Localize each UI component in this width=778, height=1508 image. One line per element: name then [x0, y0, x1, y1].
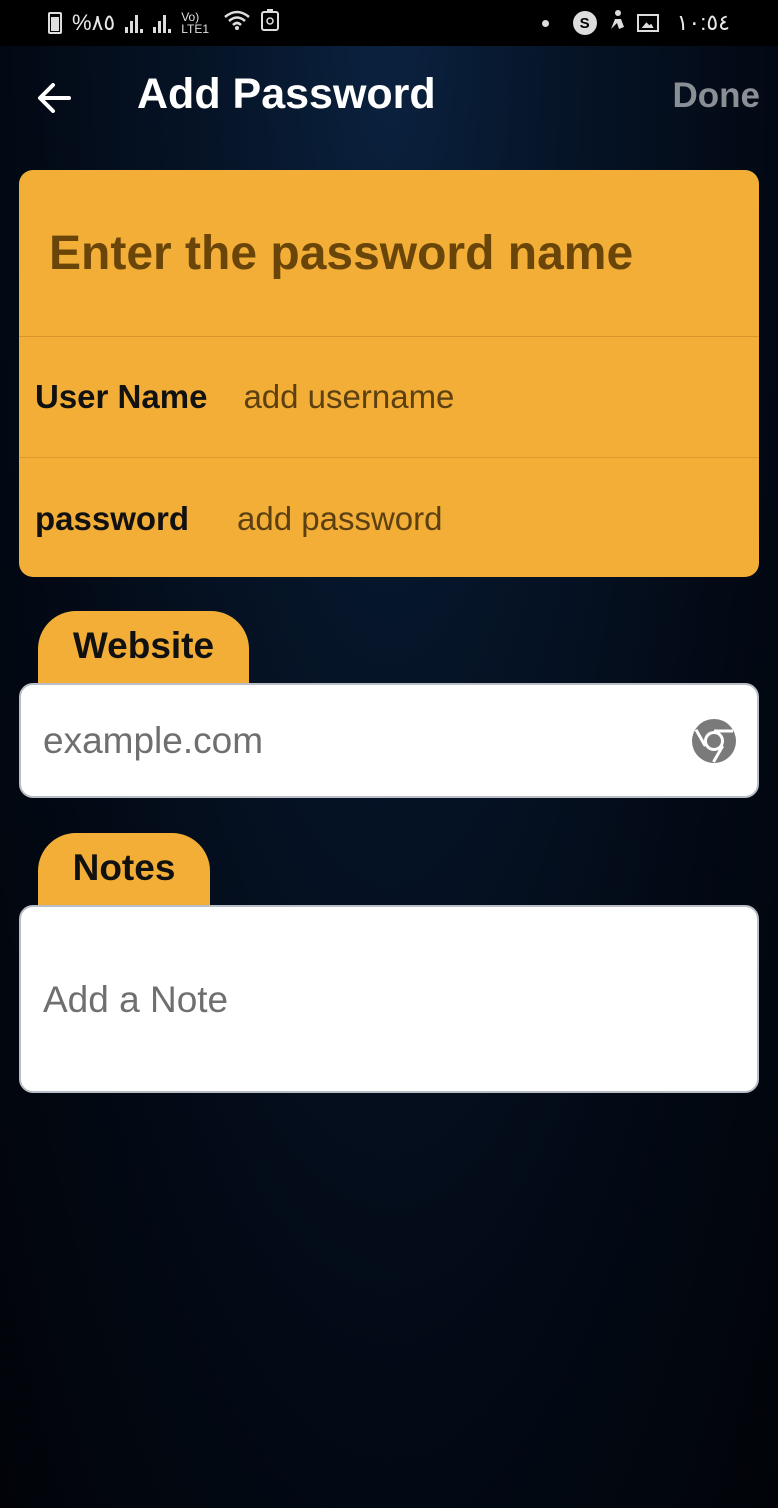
username-input[interactable]: add username	[243, 378, 454, 416]
volte-label: Vo) LTE1	[181, 10, 209, 36]
notes-input[interactable]: Add a Note	[43, 979, 228, 1020]
battery-percent: %٨٥	[72, 10, 116, 35]
arrow-left-icon	[38, 83, 71, 113]
notification-dot-icon	[541, 19, 549, 27]
username-row: User Name add username	[19, 337, 759, 458]
website-field[interactable]: example.com	[19, 683, 759, 798]
status-right: S ١٠:٥٤	[541, 9, 730, 37]
recycle-icon	[261, 9, 280, 37]
password-label: password	[35, 499, 190, 537]
wifi-icon	[223, 9, 251, 37]
signal-icon	[125, 13, 144, 33]
chrome-icon[interactable]	[691, 718, 737, 764]
app-header: Add Password Done	[0, 46, 778, 152]
password-name-row: Enter the password name	[19, 170, 759, 337]
password-input[interactable]: add password	[237, 500, 442, 538]
notes-tab-label: Notes	[38, 833, 210, 909]
website-input[interactable]: example.com	[43, 720, 263, 762]
back-button[interactable]	[34, 76, 74, 120]
status-bar: %٨٥ Vo) LTE1 S ١٠:٥٤	[0, 0, 778, 46]
done-button[interactable]: Done	[673, 76, 761, 116]
clock-time: ١٠:٥٤	[676, 10, 730, 35]
credentials-card: Enter the password name User Name add us…	[19, 170, 759, 577]
signal-icon-2	[153, 13, 172, 33]
status-left: %٨٥ Vo) LTE1	[48, 9, 280, 37]
s-app-icon: S	[572, 11, 597, 35]
image-icon	[636, 14, 659, 32]
password-name-input[interactable]: Enter the password name	[49, 226, 633, 281]
password-row: password add password	[19, 458, 759, 577]
username-label: User Name	[35, 378, 208, 415]
battery-icon	[48, 12, 62, 34]
page-title: Add Password	[137, 70, 436, 118]
notes-field[interactable]: Add a Note	[19, 905, 759, 1093]
figure-icon	[607, 9, 627, 37]
website-tab-label: Website	[38, 611, 249, 687]
